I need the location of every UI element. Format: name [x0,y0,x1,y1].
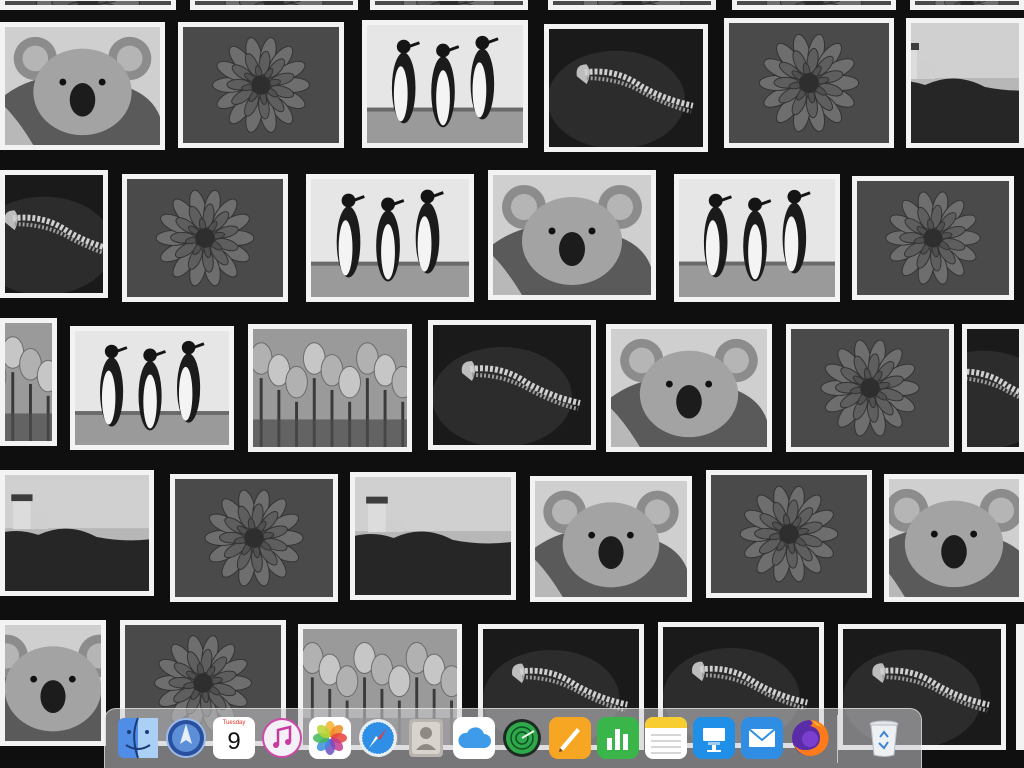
lighthouse-image [911,23,1019,143]
envelope-icon[interactable] [741,717,783,759]
koala-photo [0,22,165,150]
koala-image [611,329,767,447]
flower-photo [190,0,358,10]
compass-icon[interactable] [357,717,399,759]
koala-image [5,625,101,741]
calendar-day-label: Tuesday [222,720,246,726]
flower-photo [548,0,716,10]
jellyfish-image [5,175,103,293]
trash-icon[interactable] [863,717,905,759]
koala-image [535,481,687,597]
flower-image [791,329,949,447]
flower-photo [852,176,1014,300]
lighthouse-photo [906,18,1024,148]
jellyfish-photo [962,324,1024,452]
flower-image [5,1,171,5]
jellyfish-image [549,29,703,147]
calendar-date: 9 [227,728,241,755]
jellyfish-photo [1016,624,1024,750]
podium-icon[interactable] [693,717,735,759]
lighthouse-photo [0,470,154,596]
tulips-photo [248,324,412,452]
flower-photo [0,0,176,10]
launchpad-icon[interactable] [165,717,207,759]
flower-image [915,1,1019,5]
notes-icon[interactable] [645,717,687,759]
flower-photo [910,0,1024,10]
firefox-icon[interactable] [789,717,831,759]
flower-photo [724,18,894,148]
photos-pinwheel-icon[interactable] [309,717,351,759]
flower-photo [122,174,288,302]
flower-image [857,181,1009,295]
flower-photo [178,22,344,148]
dock: Tuesday 9 [104,708,922,768]
penguins-photo [306,174,474,302]
penguins-image [679,179,835,297]
jellyfish-photo [0,170,108,298]
flower-image [195,1,353,5]
penguins-photo [362,20,528,148]
koala-photo [488,170,656,300]
radar-icon[interactable] [501,717,543,759]
bar-chart-icon[interactable] [597,717,639,759]
lighthouse-photo [350,472,516,600]
flower-image [729,23,889,143]
flower-photo [370,0,528,10]
penguins-image [75,331,229,445]
jellyfish-image [433,325,591,445]
pen-icon[interactable] [549,717,591,759]
koala-image [889,479,1019,597]
flower-image [175,479,333,597]
koala-image [5,27,160,145]
tulips-image [5,323,52,441]
flower-image [127,179,283,297]
koala-photo [530,476,692,602]
penguins-image [311,179,469,297]
koala-image [493,175,651,295]
calendar-icon[interactable]: Tuesday 9 [213,717,255,759]
cloud-icon[interactable] [453,717,495,759]
photo-wall [0,0,1024,768]
contacts-icon[interactable] [405,717,447,759]
lighthouse-image [355,477,511,595]
jellyfish-image [967,329,1019,447]
flower-photo [706,470,872,598]
koala-photo [606,324,772,452]
dock-separator [837,715,838,763]
flower-photo [170,474,338,602]
flower-image [711,475,867,593]
penguins-image [367,25,523,143]
flower-image [183,27,339,143]
flower-image [737,1,891,5]
flower-photo [786,324,954,452]
penguins-photo [674,174,840,302]
finder-icon[interactable] [117,717,159,759]
jellyfish-photo [544,24,708,152]
flower-image [375,1,523,5]
tulips-image [253,329,407,447]
lighthouse-image [5,475,149,591]
flower-image [553,1,711,5]
penguins-photo [70,326,234,450]
flower-photo [732,0,896,10]
jellyfish-photo [428,320,596,450]
tulips-photo [0,318,57,446]
music-note-icon[interactable] [261,717,303,759]
koala-photo [0,620,106,746]
koala-photo [884,474,1024,602]
